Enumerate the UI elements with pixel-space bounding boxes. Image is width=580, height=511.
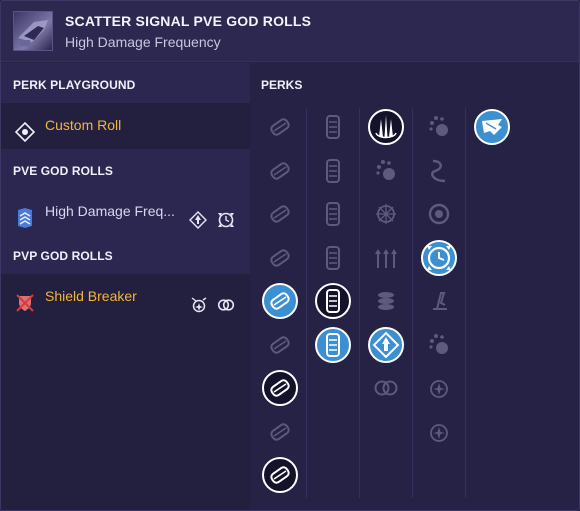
clock-reload-icon <box>217 202 235 228</box>
list-item-custom-roll[interactable]: Custom Roll <box>1 103 250 148</box>
perk-swirl[interactable] <box>421 153 457 189</box>
perk-barrel-corkscrew[interactable] <box>262 153 298 189</box>
triple-spike-icon <box>375 115 397 139</box>
perk-mag-ricochet[interactable] <box>315 240 351 276</box>
origin-wing-icon <box>482 119 502 135</box>
perk-sparkle-burst[interactable] <box>421 414 457 450</box>
barrel-corkscrew-icon <box>270 161 290 180</box>
crosshair-star-icon <box>376 204 396 224</box>
barrel-rifled-icon <box>270 422 290 441</box>
perk-barrel-cross[interactable] <box>262 240 298 276</box>
perk-window: SCATTER SIGNAL PVE GOD ROLLS High Damage… <box>0 0 580 511</box>
perks-panel: PERKS <box>250 63 579 510</box>
column-divider <box>359 108 360 498</box>
triple-arrow-up-icon <box>375 248 397 268</box>
barrel-slash-icon <box>270 118 290 136</box>
barrel-cross-icon <box>270 248 290 267</box>
perk-barrel-extended[interactable] <box>262 370 298 406</box>
perk-barrel-spiral[interactable] <box>262 283 298 319</box>
page-title: SCATTER SIGNAL PVE GOD ROLLS <box>65 13 312 29</box>
perk-barrel-smallbore[interactable] <box>262 457 298 493</box>
burst-icon <box>430 380 448 398</box>
perk-triple-spike[interactable] <box>368 109 404 145</box>
perk-trigger[interactable] <box>421 283 457 319</box>
swirl-icon <box>431 159 446 182</box>
perk-triple-arrow-up[interactable] <box>368 240 404 276</box>
perk-splash-fist[interactable] <box>421 109 457 145</box>
list-item-high-damage-frequency[interactable]: High Damage Freq... <box>1 189 250 234</box>
column-divider <box>306 108 307 498</box>
trigger-icon <box>433 292 447 310</box>
mag-ricochet-icon <box>326 245 340 270</box>
mag-appended-icon <box>326 158 340 183</box>
perk-crosshair-star[interactable] <box>368 196 404 232</box>
perk-mag-flared[interactable] <box>315 196 351 232</box>
perks-heading: PERKS <box>261 78 303 92</box>
perk-barrel-chambered[interactable] <box>262 327 298 363</box>
section-pve-god-rolls: PVE GOD ROLLS <box>1 149 250 189</box>
perk-barrel-fluted[interactable] <box>262 196 298 232</box>
section-perk-playground: PERK PLAYGROUND <box>1 63 250 103</box>
window-header: SCATTER SIGNAL PVE GOD ROLLS High Damage… <box>1 1 579 62</box>
perk-mag-extended[interactable] <box>315 283 351 319</box>
perk-origin-wing[interactable] <box>474 109 510 145</box>
perk-burst[interactable] <box>421 370 457 406</box>
column-divider <box>465 108 466 498</box>
god-roll-sidebar: PERK PLAYGROUND Custom Roll PVE GOD ROLL… <box>1 63 250 510</box>
perk-clock-reload[interactable] <box>421 239 457 276</box>
clock-reload-icon <box>427 245 451 270</box>
mag-tactical-icon <box>326 115 340 139</box>
target-ring-icon <box>428 203 450 225</box>
splash-fist-alt-icon <box>429 333 448 354</box>
perk-barrel-slash[interactable] <box>262 109 298 145</box>
rings-icon <box>217 287 235 311</box>
mag-flared-icon <box>326 202 340 226</box>
perk-splash-fist-alt[interactable] <box>421 327 457 363</box>
barrel-chambered-icon <box>270 335 290 354</box>
barrel-smallbore-icon <box>270 466 290 484</box>
perk-diamond-arrow[interactable] <box>368 326 404 363</box>
barrel-extended-icon <box>270 379 290 397</box>
diamond-arrow-icon <box>372 331 400 358</box>
perk-barrel-rifled[interactable] <box>262 414 298 450</box>
chevron-stack-icon <box>15 201 35 228</box>
burst-icon <box>190 287 208 313</box>
mag-accurized-icon <box>326 332 340 357</box>
weapon-icon <box>13 11 53 51</box>
diamond-arrow-icon <box>189 202 207 229</box>
perk-mag-accurized[interactable] <box>315 326 351 363</box>
sparkle-burst-icon <box>430 423 448 442</box>
barrel-fluted-icon <box>270 205 290 223</box>
list-item-label: Shield Breaker <box>45 288 137 304</box>
crossed-shield-icon <box>15 286 35 312</box>
perk-reload-hand[interactable] <box>368 153 404 189</box>
page-subtitle: High Damage Frequency <box>65 34 221 50</box>
rings-icon <box>374 380 398 396</box>
perk-mag-appended[interactable] <box>315 153 351 189</box>
perk-target-ring[interactable] <box>421 196 457 232</box>
coin-stack-icon <box>378 292 394 310</box>
perk-rings[interactable] <box>368 370 404 406</box>
barrel-spiral-icon <box>270 292 290 310</box>
mag-extended-icon <box>326 289 340 313</box>
perk-mag-tactical[interactable] <box>315 109 351 145</box>
section-pvp-god-rolls: PVP GOD ROLLS <box>1 234 250 274</box>
column-divider <box>412 108 413 498</box>
target-icon <box>14 115 36 143</box>
reload-hand-icon <box>376 159 395 180</box>
list-item-label: Custom Roll <box>45 117 122 133</box>
perk-coin-stack[interactable] <box>368 283 404 319</box>
list-item-label: High Damage Freq... <box>45 203 175 219</box>
list-item-shield-breaker[interactable]: Shield Breaker <box>1 274 250 319</box>
splash-fist-icon <box>429 116 448 136</box>
